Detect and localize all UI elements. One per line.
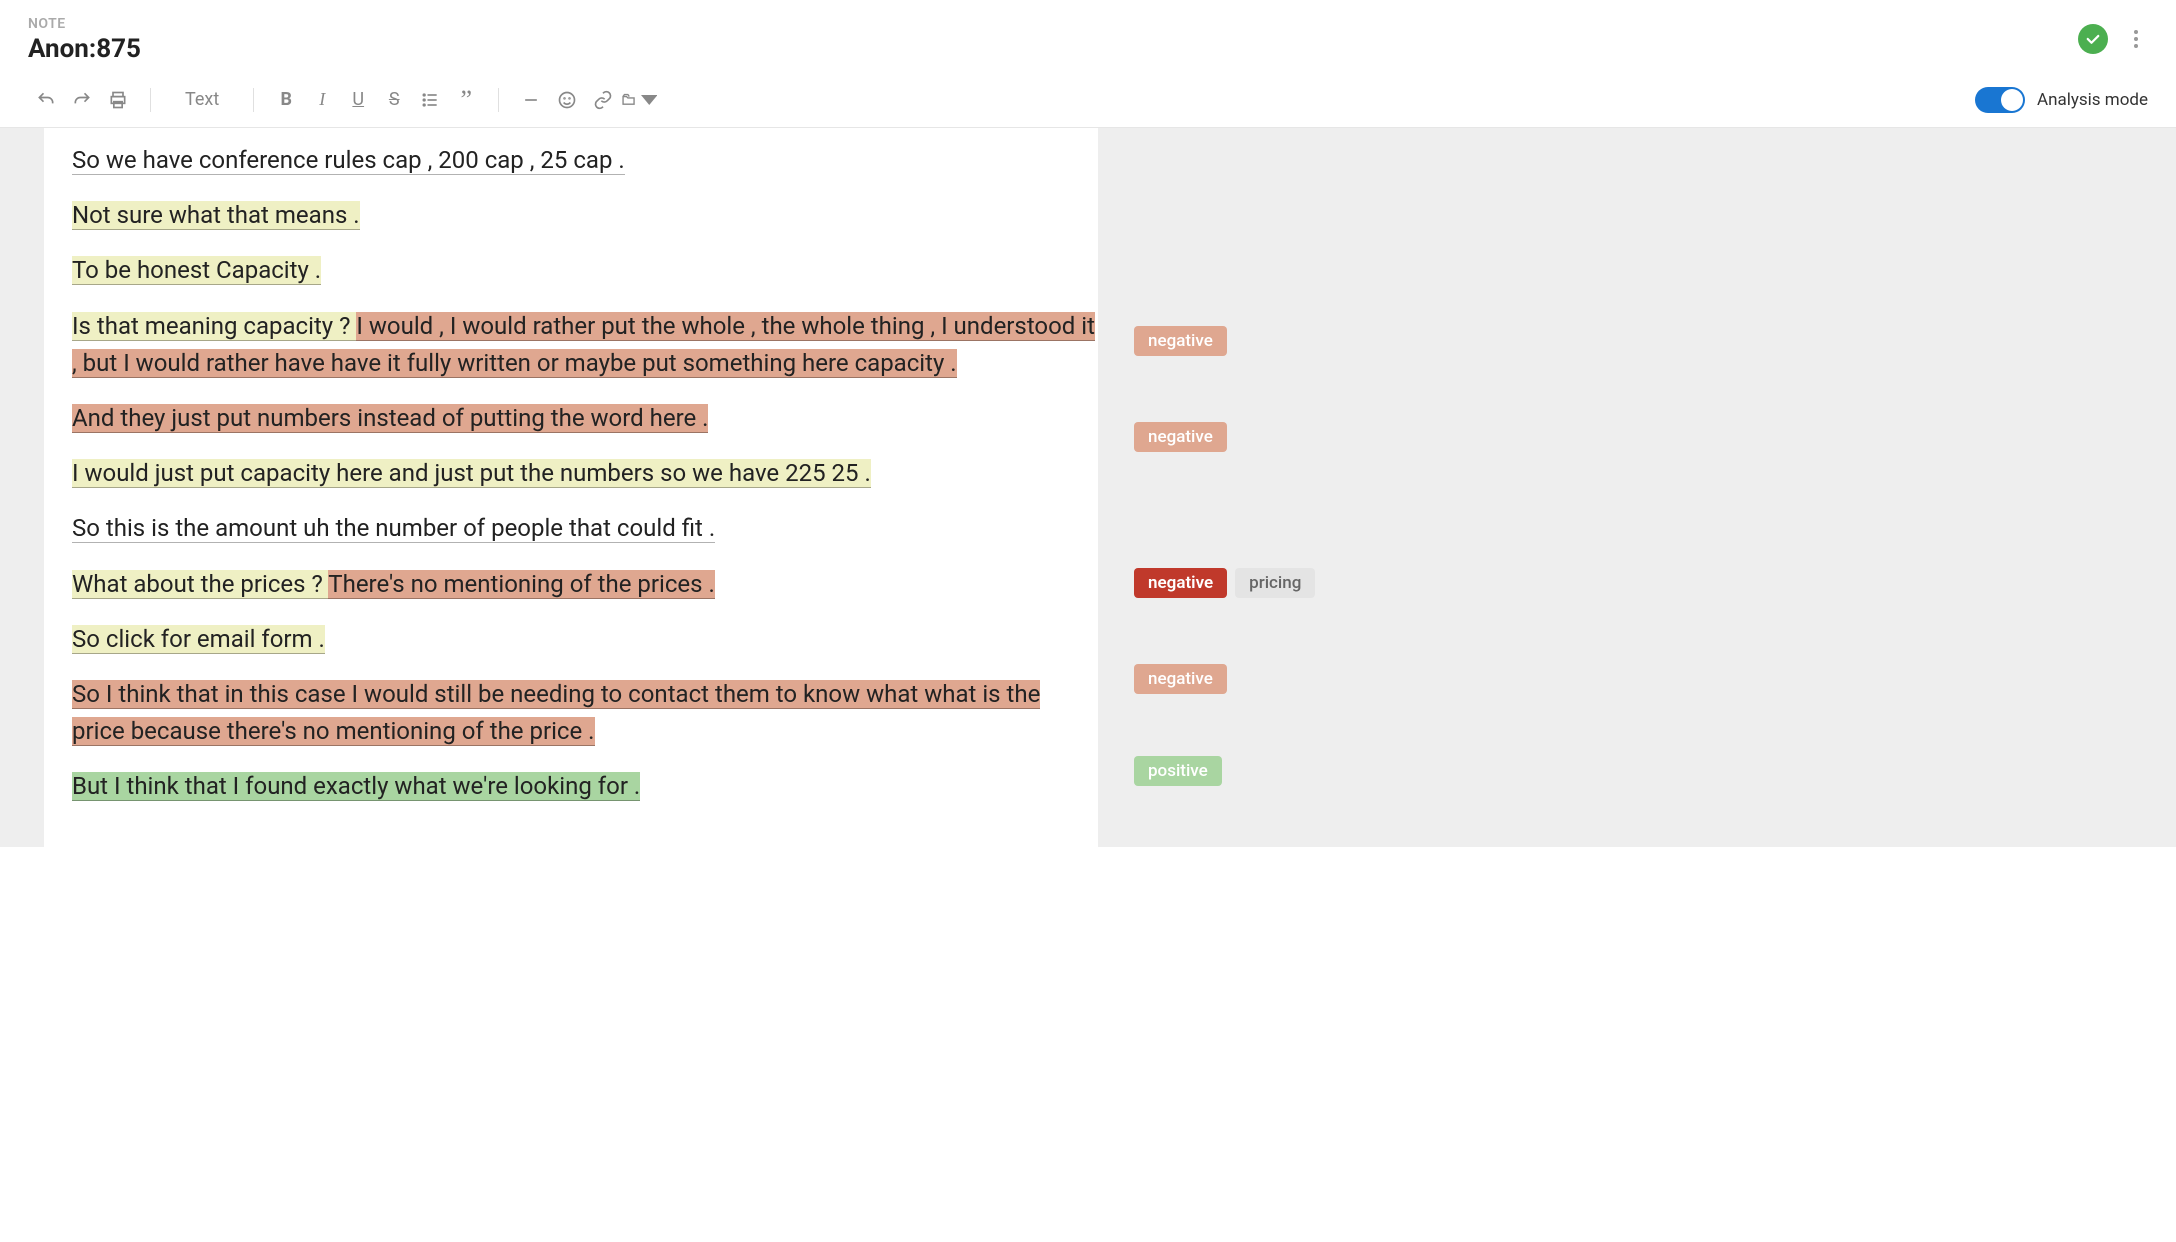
strikethrough-button[interactable]: S <box>376 82 412 118</box>
segment[interactable]: I would just put capacity here and just … <box>72 459 871 488</box>
segment[interactable]: So we have conference rules cap , 200 ca… <box>72 146 625 175</box>
undo-icon <box>36 90 56 110</box>
underline-button[interactable]: U <box>340 82 376 118</box>
tag-negative[interactable]: negative <box>1134 326 1227 356</box>
minus-icon <box>521 90 541 110</box>
segment[interactable]: But I think that I found exactly what we… <box>72 772 640 801</box>
analysis-mode-toggle-wrap: Analysis mode <box>1975 87 2148 113</box>
transcript-line[interactable]: So we have conference rules cap , 200 ca… <box>72 142 1098 179</box>
transcript-line[interactable]: And they just put numbers instead of put… <box>72 400 1098 437</box>
segment[interactable]: And they just put numbers instead of put… <box>72 404 708 433</box>
transcript-line[interactable]: So this is the amount uh the number of p… <box>72 510 1098 547</box>
tag-positive[interactable]: positive <box>1134 756 1222 786</box>
transcript-line[interactable]: To be honest Capacity . <box>72 252 1098 289</box>
transcript-line[interactable]: Not sure what that means . <box>72 197 1098 234</box>
toolbar-divider <box>253 88 254 112</box>
segment[interactable]: So this is the amount uh the number of p… <box>72 514 715 543</box>
transcript-line[interactable]: What about the prices ? There's no menti… <box>72 566 1098 603</box>
segment[interactable]: To be honest Capacity . <box>72 256 321 285</box>
quote-button[interactable]: ” <box>448 82 484 118</box>
segment[interactable]: There's no mentioning of the prices . <box>328 570 715 599</box>
toolbar: Text B I U S ” Analysis mode <box>0 72 2176 128</box>
tags-column: negative negative negative pricing negat… <box>1098 128 2176 847</box>
list-button[interactable] <box>412 82 448 118</box>
chevron-down-icon <box>641 90 658 110</box>
tag-row: positive <box>1134 752 2176 790</box>
folder-button[interactable] <box>621 82 657 118</box>
redo-button[interactable] <box>64 82 100 118</box>
segment[interactable]: So click for email form . <box>72 625 325 654</box>
more-menu-button[interactable] <box>2124 27 2148 51</box>
header: NOTE Anon:875 <box>0 0 2176 72</box>
editor-content[interactable]: So we have conference rules cap , 200 ca… <box>44 128 1098 847</box>
analysis-mode-label: Analysis mode <box>2037 90 2148 110</box>
analysis-mode-toggle[interactable] <box>1975 87 2025 113</box>
smile-icon <box>557 90 577 110</box>
italic-button[interactable]: I <box>304 82 340 118</box>
tag-negative[interactable]: negative <box>1134 422 1227 452</box>
transcript-line[interactable]: So I think that in this case I would sti… <box>72 676 1098 750</box>
header-right <box>2078 16 2148 54</box>
tag-row: negative <box>1134 660 2176 698</box>
segment[interactable]: Not sure what that means . <box>72 201 360 230</box>
folder-open-icon <box>621 90 638 110</box>
note-eyebrow: NOTE <box>28 16 141 32</box>
toolbar-divider <box>498 88 499 112</box>
toolbar-divider <box>150 88 151 112</box>
tag-row: negative <box>1134 418 2176 456</box>
check-icon <box>2084 30 2102 48</box>
segment[interactable]: Is that meaning capacity ? <box>72 312 356 341</box>
tag-negative[interactable]: negative <box>1134 664 1227 694</box>
tag-negative-strong[interactable]: negative <box>1134 568 1227 598</box>
print-button[interactable] <box>100 82 136 118</box>
transcript-line[interactable]: I would just put capacity here and just … <box>72 455 1098 492</box>
segment[interactable]: So I think that in this case I would sti… <box>72 680 1040 746</box>
content-area: So we have conference rules cap , 200 ca… <box>0 128 2176 847</box>
segment[interactable]: What about the prices ? <box>72 570 328 599</box>
tag-row: negative pricing <box>1134 564 2176 602</box>
redo-icon <box>72 90 92 110</box>
transcript-line[interactable]: Is that meaning capacity ? I would , I w… <box>72 308 1098 382</box>
link-icon <box>593 90 613 110</box>
saved-check-badge[interactable] <box>2078 24 2108 54</box>
block-type-label[interactable]: Text <box>165 89 239 110</box>
page-title: Anon:875 <box>28 34 141 64</box>
list-icon <box>420 90 440 110</box>
toggle-knob <box>2001 89 2023 111</box>
header-left: NOTE Anon:875 <box>28 16 141 64</box>
tag-pricing[interactable]: pricing <box>1235 568 1315 598</box>
emoji-button[interactable] <box>549 82 585 118</box>
tag-row: negative <box>1134 322 2176 360</box>
transcript-line[interactable]: But I think that I found exactly what we… <box>72 768 1098 805</box>
undo-button[interactable] <box>28 82 64 118</box>
bold-button[interactable]: B <box>268 82 304 118</box>
link-button[interactable] <box>585 82 621 118</box>
print-icon <box>108 90 128 110</box>
transcript-line[interactable]: So click for email form . <box>72 621 1098 658</box>
horizontal-rule-button[interactable] <box>513 82 549 118</box>
